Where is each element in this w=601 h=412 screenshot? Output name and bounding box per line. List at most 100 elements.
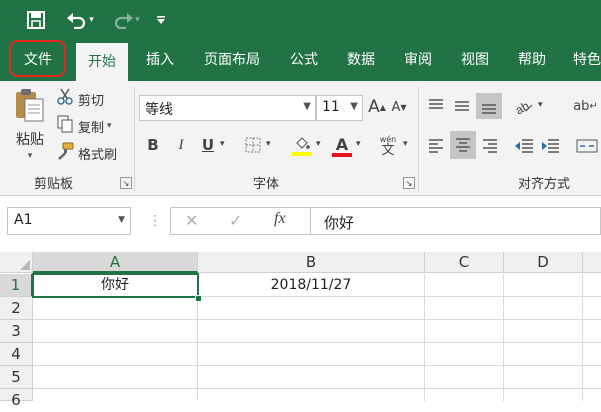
cell-a5[interactable] [33, 366, 198, 389]
phonetic-guide-button[interactable]: wén 文 [377, 133, 399, 159]
tab-view[interactable]: 视图 [451, 40, 499, 81]
row-header-1[interactable]: 1 [0, 274, 33, 297]
cell-d3[interactable] [504, 320, 583, 343]
cell-e1[interactable] [583, 274, 601, 297]
column-header-a[interactable]: A [33, 252, 198, 273]
select-all-corner[interactable] [0, 252, 33, 273]
underline-button[interactable]: U [197, 133, 219, 157]
orientation-icon[interactable]: ab [512, 93, 536, 119]
customize-qat-icon[interactable] [152, 8, 170, 32]
align-bottom-icon[interactable] [476, 93, 502, 119]
font-color-dropdown-icon[interactable]: ▾ [356, 139, 361, 149]
copy-dropdown-icon[interactable]: ▾ [107, 121, 112, 131]
underline-dropdown-icon[interactable]: ▾ [220, 139, 225, 149]
align-middle-icon[interactable] [450, 93, 474, 119]
splitter-icon[interactable]: ⋮ [148, 209, 162, 233]
merge-center-icon[interactable] [572, 133, 601, 159]
copy-button[interactable]: 复制 ▾ [56, 115, 112, 136]
font-name-select[interactable]: 等线 ▼ [139, 95, 316, 121]
cell-c3[interactable] [425, 320, 504, 343]
column-header-d[interactable]: D [504, 252, 583, 273]
cell-e3[interactable] [583, 320, 601, 343]
cell-d6[interactable] [504, 389, 583, 401]
row-header-3[interactable]: 3 [0, 320, 33, 343]
increase-indent-icon[interactable] [538, 133, 562, 159]
cell-e4[interactable] [583, 343, 601, 366]
enter-icon[interactable]: ✓ [229, 211, 242, 230]
bold-button[interactable]: B [142, 133, 164, 157]
cell-e2[interactable] [583, 297, 601, 320]
tab-review[interactable]: 审阅 [394, 40, 442, 81]
tab-page-layout[interactable]: 页面布局 [196, 40, 268, 81]
wrap-text-icon[interactable]: ab ↵ [570, 93, 601, 119]
fill-handle[interactable] [195, 295, 202, 302]
paint-bucket-icon [296, 136, 310, 149]
column-header-c[interactable]: C [425, 252, 504, 273]
decrease-font-size-button[interactable]: A ▼ [390, 95, 408, 119]
fill-color-button[interactable] [290, 133, 314, 159]
align-center-icon[interactable] [450, 131, 476, 159]
decrease-indent-icon[interactable] [512, 133, 536, 159]
font-color-button[interactable]: A [330, 133, 354, 159]
tab-insert[interactable]: 插入 [136, 40, 184, 81]
tab-special[interactable]: 特色 [565, 40, 601, 81]
cell-d2[interactable] [504, 297, 583, 320]
borders-dropdown-icon[interactable]: ▾ [266, 139, 271, 149]
tab-data[interactable]: 数据 [337, 40, 385, 81]
cell-a6[interactable] [33, 389, 198, 401]
increase-font-size-button[interactable]: A ▲ [368, 95, 386, 119]
cell-a3[interactable] [33, 320, 198, 343]
column-header-e[interactable] [583, 252, 601, 273]
italic-button[interactable]: I [170, 133, 192, 157]
format-painter-button[interactable]: 格式刷 [56, 142, 117, 163]
phonetic-icon: 文 [381, 142, 395, 158]
cell-c5[interactable] [425, 366, 504, 389]
redo-icon[interactable]: ▾ [108, 8, 144, 32]
fill-color-dropdown-icon[interactable]: ▾ [316, 139, 321, 149]
borders-icon[interactable] [242, 133, 264, 157]
column-header-b[interactable]: B [198, 252, 425, 273]
row-header-4[interactable]: 4 [0, 343, 33, 366]
tab-help[interactable]: 帮助 [508, 40, 556, 81]
font-name-value: 等线 [145, 102, 173, 118]
tab-formulas[interactable]: 公式 [280, 40, 328, 81]
cell-a2[interactable] [33, 297, 198, 320]
cell-a1[interactable]: 你好 [33, 274, 198, 297]
cancel-icon[interactable]: ✕ [185, 211, 198, 230]
align-top-icon[interactable] [424, 93, 448, 119]
undo-icon[interactable]: ▾ [62, 8, 98, 32]
cell-c1[interactable] [425, 274, 504, 297]
cell-d4[interactable] [504, 343, 583, 366]
cut-button[interactable]: 剪切 [56, 88, 104, 109]
formula-input[interactable]: 你好 [310, 207, 601, 235]
cell-d1[interactable] [504, 274, 583, 297]
cell-c4[interactable] [425, 343, 504, 366]
paste-button[interactable]: 粘贴 ▾ [10, 87, 50, 163]
cell-d5[interactable] [504, 366, 583, 389]
cell-a4[interactable] [33, 343, 198, 366]
name-box[interactable]: A1 ▼ [7, 207, 131, 235]
cell-b2[interactable] [198, 297, 425, 320]
cell-b5[interactable] [198, 366, 425, 389]
insert-function-icon[interactable]: fx [274, 210, 286, 228]
tab-home[interactable]: 开始 [76, 43, 128, 81]
paste-dropdown-icon[interactable]: ▾ [28, 151, 33, 161]
cell-b4[interactable] [198, 343, 425, 366]
cell-b6[interactable] [198, 389, 425, 401]
font-size-select[interactable]: 11 ▼ [316, 95, 363, 121]
cell-b3[interactable] [198, 320, 425, 343]
align-left-icon[interactable] [424, 133, 448, 159]
save-icon[interactable] [24, 8, 48, 32]
row-header-6[interactable]: 6 [0, 389, 33, 409]
cell-c6[interactable] [425, 389, 504, 401]
row-header-2[interactable]: 2 [0, 297, 33, 320]
orientation-dropdown-icon[interactable]: ▾ [538, 100, 543, 110]
phonetic-dropdown-icon[interactable]: ▾ [403, 139, 408, 149]
cell-c2[interactable] [425, 297, 504, 320]
cell-b1[interactable]: 2018/11/27 [198, 274, 425, 297]
cell-e5[interactable] [583, 366, 601, 389]
clipboard-launcher-icon[interactable]: ↘ [120, 177, 132, 189]
row-header-5[interactable]: 5 [0, 366, 33, 389]
align-right-icon[interactable] [478, 133, 502, 159]
font-launcher-icon[interactable]: ↘ [403, 177, 415, 189]
